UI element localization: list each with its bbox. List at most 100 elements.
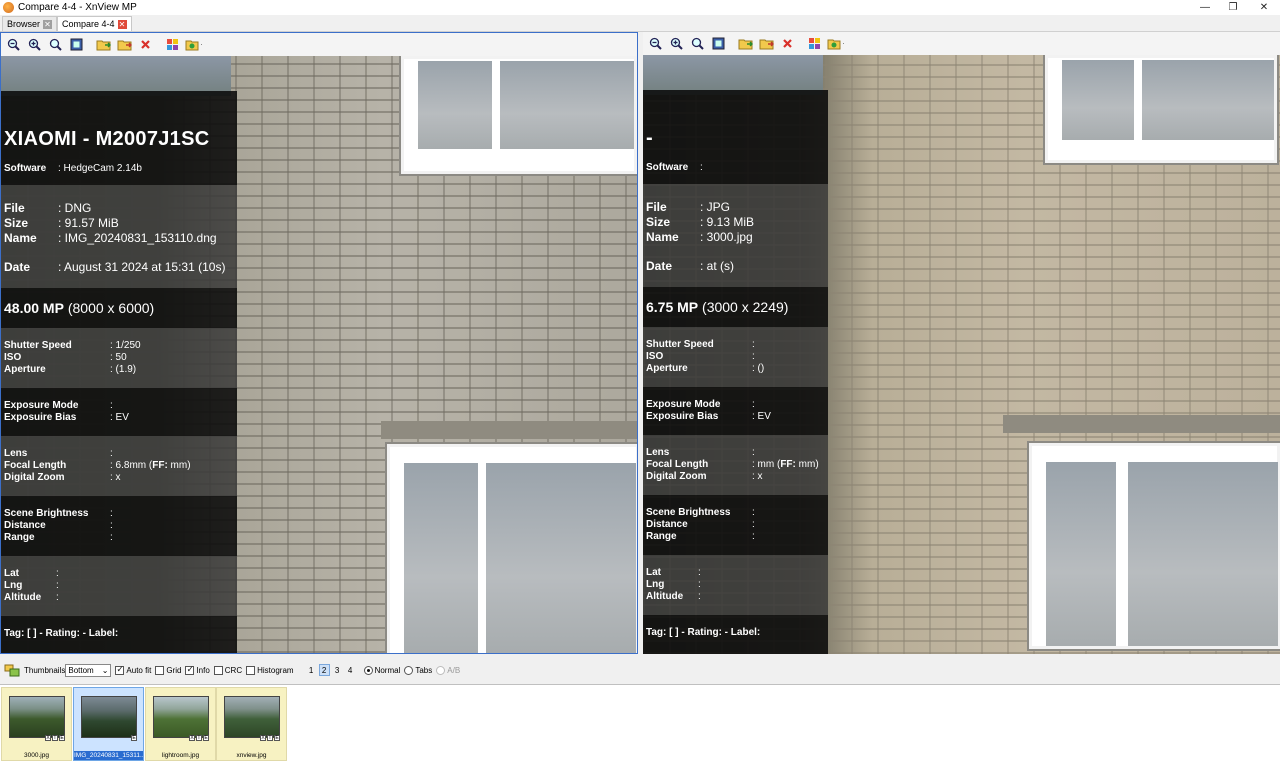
autofit-checkbox[interactable]: Auto fit	[115, 664, 151, 675]
iso-label: ISO	[4, 352, 22, 363]
zoom-out-icon[interactable]	[5, 36, 22, 53]
range-value: :	[752, 531, 755, 542]
color-icon[interactable]	[806, 35, 823, 52]
digital-zoom-value: : x	[752, 471, 763, 482]
range-value: :	[110, 532, 113, 543]
grid-checkbox[interactable]: Grid	[155, 665, 181, 675]
focal-length-label: Focal Length	[4, 460, 67, 471]
page-3-button[interactable]: 3	[332, 664, 343, 676]
thumbnail-caption: xnview.jpg	[236, 752, 267, 759]
info-overlay-left: XIAOMI - M2007J1SC Software: HedgeCam 2.…	[1, 91, 237, 653]
iso-value: : 50	[110, 352, 127, 363]
crc-label: CRC	[224, 665, 243, 675]
lng-value: :	[56, 580, 59, 591]
date-value: : at (s)	[700, 259, 735, 273]
zoom-out-icon[interactable]	[647, 35, 664, 52]
app-icon	[3, 2, 14, 13]
crc-checkbox[interactable]: CRC	[213, 665, 243, 675]
exposure-mode-value: :	[752, 399, 755, 410]
photo-right[interactable]: - Software: File: JPG Size: 9.13 MiB Nam…	[643, 55, 1280, 654]
window-title: Compare 4-4 - XnView MP	[18, 2, 137, 13]
tab-compare[interactable]: Compare 4-4 ✕	[57, 16, 132, 31]
distance-label: Distance	[4, 520, 46, 531]
compare-pane-left[interactable]: XIAOMI - M2007J1SC Software: HedgeCam 2.…	[0, 32, 638, 654]
lens-label: Lens	[4, 448, 28, 459]
open-folder-icon[interactable]	[95, 36, 112, 53]
digital-zoom-label: Digital Zoom	[4, 472, 65, 483]
zoom-in-icon[interactable]	[26, 36, 43, 53]
dimensions-value: (3000 x 2249)	[702, 299, 789, 315]
altitude-value: :	[56, 592, 59, 603]
delete-icon[interactable]	[137, 36, 154, 53]
scene-brightness-value: :	[110, 508, 113, 519]
tabs-label: Tabs	[415, 665, 433, 675]
thumbnails-icon[interactable]	[4, 663, 20, 677]
fullscreen-icon[interactable]	[68, 36, 85, 53]
focal-ff-value: mm)	[795, 459, 819, 470]
name-value: : 3000.jpg	[700, 230, 753, 244]
iso-value: :	[752, 351, 755, 362]
thumbnail-image	[153, 696, 209, 738]
color-icon[interactable]	[164, 36, 181, 53]
lng-label: Lng	[4, 580, 23, 591]
page-2-button[interactable]: 2	[318, 664, 330, 676]
restore-button[interactable]: ❐	[1217, 0, 1249, 15]
thumbnail-item[interactable]: E IMG_20240831_15311...	[73, 687, 144, 761]
aperture-value: : (1.9)	[110, 364, 137, 375]
altitude-value: :	[698, 591, 701, 602]
range-label: Range	[646, 531, 677, 542]
thumbnails-position-select[interactable]: Bottom ⌄	[65, 663, 112, 677]
compare-pane-right[interactable]: - Software: File: JPG Size: 9.13 MiB Nam…	[643, 32, 1280, 654]
distance-label: Distance	[646, 519, 688, 530]
thumbnail-caption: lightroom.jpg	[161, 752, 200, 759]
filmstrip: XIE 3000.jpg E IMG_20240831_15311... XIE…	[0, 684, 1280, 773]
zoom-fit-icon[interactable]	[47, 36, 64, 53]
file-label: File	[646, 200, 667, 214]
copy-folder-icon[interactable]	[116, 36, 133, 53]
lat-value: :	[56, 568, 59, 579]
folder-export-icon[interactable]	[185, 36, 202, 53]
fullscreen-icon[interactable]	[710, 35, 727, 52]
open-folder-icon[interactable]	[737, 35, 754, 52]
badge-e: E	[131, 735, 137, 741]
exposure-mode-label: Exposure Mode	[4, 400, 79, 411]
thumbnail-item[interactable]: XIE xnview.jpg	[216, 687, 287, 761]
info-checkbox[interactable]: Info	[185, 664, 210, 675]
page-1-button[interactable]: 1	[306, 664, 317, 676]
digital-zoom-value: : x	[110, 472, 121, 483]
software-value: :	[700, 162, 703, 173]
thumbnail-caption: 3000.jpg	[24, 752, 49, 759]
pane-toolbar	[1, 33, 637, 56]
aperture-label: Aperture	[646, 363, 688, 374]
histogram-label: Histogram	[257, 665, 294, 675]
shutter-label: Shutter Speed	[4, 340, 72, 351]
focal-ff-label: FF:	[152, 460, 168, 471]
delete-icon[interactable]	[779, 35, 796, 52]
pane-toolbar	[643, 32, 1280, 55]
tab-browser[interactable]: Browser ✕	[2, 16, 58, 31]
scene-brightness-value: :	[752, 507, 755, 518]
histogram-checkbox[interactable]: Histogram	[246, 665, 294, 675]
ab-radio[interactable]: A/B	[436, 665, 460, 675]
thumbnail-image	[81, 696, 137, 738]
photo-left[interactable]: XIAOMI - M2007J1SC Software: HedgeCam 2.…	[1, 56, 637, 653]
page-4-button[interactable]: 4	[345, 664, 356, 676]
focal-length-value: : 6.8mm (	[110, 460, 153, 471]
altitude-label: Altitude	[4, 592, 42, 603]
close-window-button[interactable]: ✕	[1248, 0, 1280, 15]
close-tab-icon[interactable]: ✕	[117, 19, 127, 29]
zoom-in-icon[interactable]	[668, 35, 685, 52]
badge-e: E	[274, 735, 280, 741]
file-value: : DNG	[58, 201, 92, 215]
copy-folder-icon[interactable]	[758, 35, 775, 52]
folder-export-icon[interactable]	[827, 35, 844, 52]
normal-radio[interactable]: Normal	[363, 665, 400, 675]
exposure-bias-value: : EV	[752, 411, 771, 422]
aperture-value: : ()	[752, 363, 765, 374]
thumbnail-item[interactable]: XIE 3000.jpg	[1, 687, 72, 761]
zoom-fit-icon[interactable]	[689, 35, 706, 52]
tabs-radio[interactable]: Tabs	[404, 665, 433, 675]
thumbnail-item[interactable]: XIE lightroom.jpg	[145, 687, 216, 761]
close-tab-icon[interactable]: ✕	[43, 19, 53, 29]
focal-ff-label: FF:	[780, 459, 796, 470]
